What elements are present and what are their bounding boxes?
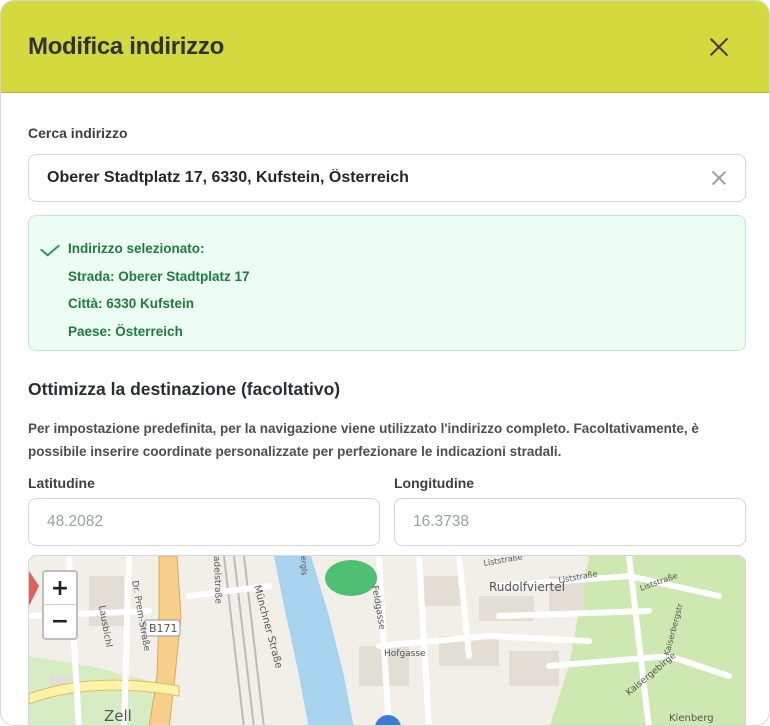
zoom-control: + − <box>42 570 78 640</box>
map-canvas[interactable]: B171 Rudolfviertel Zell Kienberg Hofgass… <box>29 556 746 726</box>
map-label-stadtstr: adelstraße <box>211 556 223 604</box>
search-address-label: Cerca indirizzo <box>28 125 128 141</box>
selected-address-panel: Indirizzo selezionato: Strada: Oberer St… <box>28 215 746 351</box>
map-label-rudolfviertel: Rudolfviertel <box>489 580 565 594</box>
refine-destination-title: Ottimizza la destinazione (facoltativo) <box>28 379 341 399</box>
modal-header: Modifica indirizzo <box>1 1 769 93</box>
map-label-b171: B171 <box>149 622 178 635</box>
modal-title: Modifica indirizzo <box>28 32 224 60</box>
map-label-hofgasse: Hofgasse <box>384 649 426 659</box>
check-icon <box>39 239 61 257</box>
zoom-out-button[interactable]: − <box>44 605 76 638</box>
latitude-input[interactable] <box>28 498 380 546</box>
longitude-input[interactable] <box>394 498 746 546</box>
search-input[interactable] <box>47 169 711 187</box>
longitude-label: Longitudine <box>394 475 475 491</box>
map-label-bergls: ergls <box>299 556 309 576</box>
selected-heading: Indirizzo selezionato: <box>68 241 205 256</box>
zoom-in-button[interactable]: + <box>44 572 76 605</box>
map-view[interactable]: B171 Rudolfviertel Zell Kienberg Hofgass… <box>28 555 746 726</box>
close-icon[interactable] <box>705 33 733 61</box>
edit-address-modal: Modifica indirizzo Cerca indirizzo Indir… <box>0 0 770 726</box>
map-label-kienberg: Kienberg <box>669 713 714 724</box>
latitude-label: Latitudine <box>28 475 95 491</box>
selected-street: Strada: Oberer Stadtplatz 17 <box>68 268 250 284</box>
clear-icon[interactable] <box>711 170 727 186</box>
sports-pitch <box>325 560 377 596</box>
map-label-zell: Zell <box>104 707 132 725</box>
selected-country: Paese: Österreich <box>68 323 183 339</box>
refine-description: Per impostazione predefinita, per la nav… <box>28 421 699 459</box>
selected-city: Città: 6330 Kufstein <box>68 296 195 311</box>
search-field[interactable] <box>28 154 746 202</box>
